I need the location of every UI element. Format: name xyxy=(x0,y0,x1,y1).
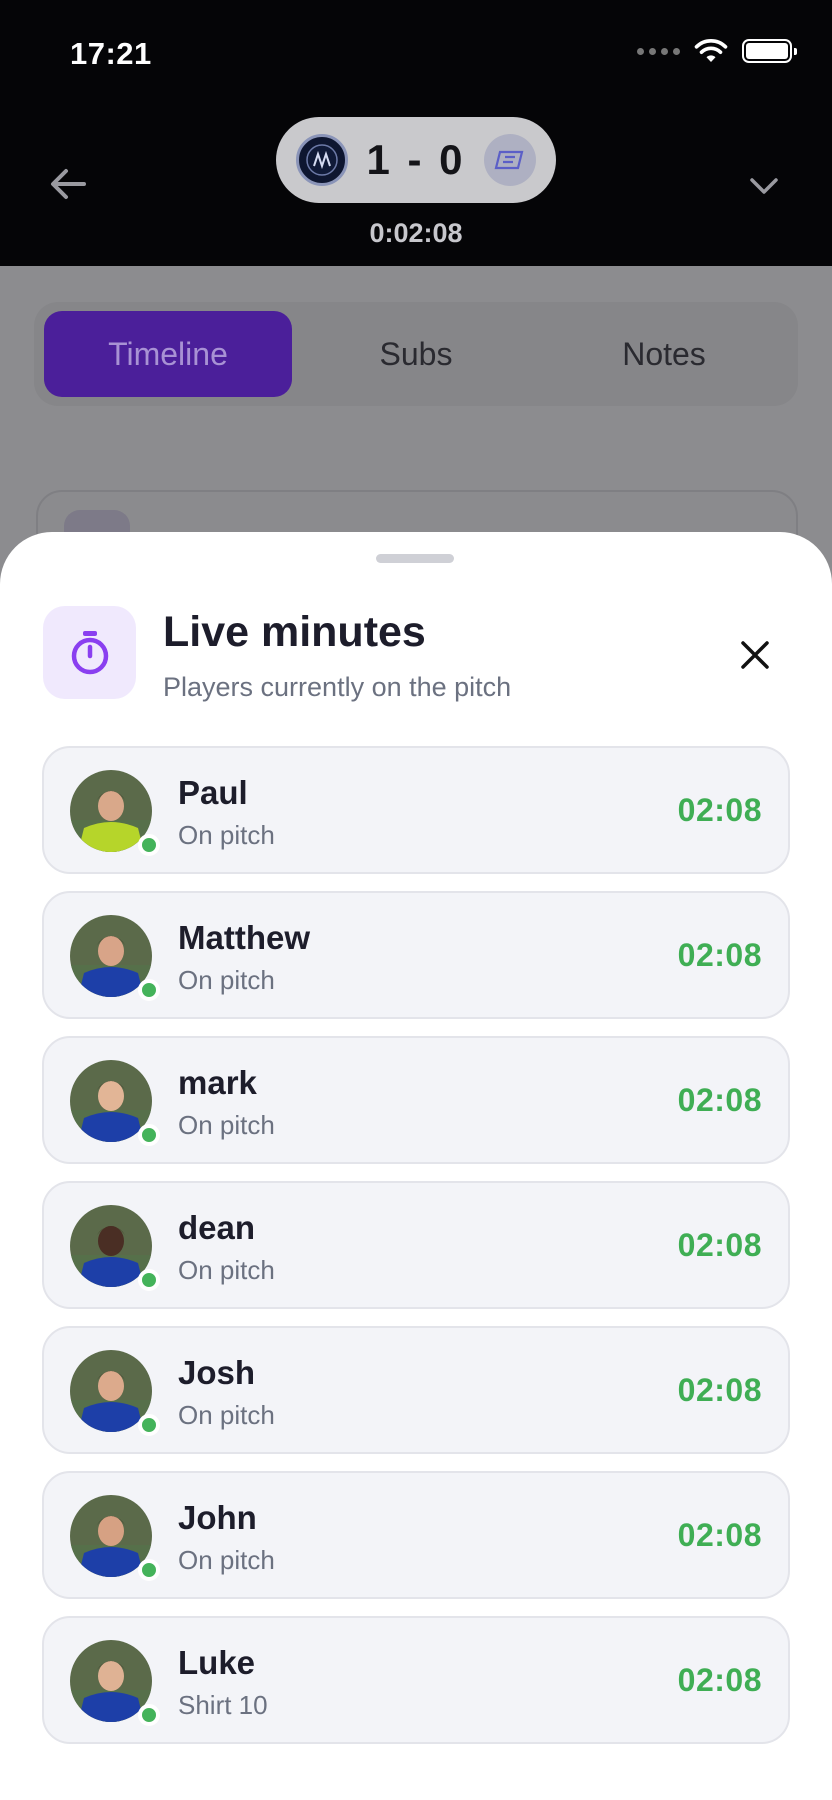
player-list: Paul On pitch 02:08 Matthew On pitch 02:… xyxy=(42,746,790,1758)
live-minutes-sheet: Live minutes Players currently on the pi… xyxy=(0,532,832,1800)
player-status: On pitch xyxy=(178,820,275,850)
player-status: On pitch xyxy=(178,1545,275,1575)
player-status: Shirt 10 xyxy=(178,1690,268,1720)
player-name: dean xyxy=(178,1209,256,1246)
score-separator: - xyxy=(407,136,425,183)
sheet-grabber[interactable] xyxy=(376,554,454,563)
arrow-left-icon xyxy=(51,169,86,199)
player-name: mark xyxy=(178,1064,257,1101)
match-clock: 0:02:08 xyxy=(369,218,463,248)
tab-notes[interactable]: Notes xyxy=(540,311,788,397)
player-status: On pitch xyxy=(178,965,275,995)
away-team-crest xyxy=(484,134,536,186)
player-row[interactable]: Josh On pitch 02:08 xyxy=(42,1326,790,1454)
online-indicator xyxy=(138,834,160,856)
signal-icon xyxy=(637,47,680,55)
player-minutes: 02:08 xyxy=(677,1372,762,1408)
online-indicator xyxy=(138,1704,160,1726)
player-name: John xyxy=(178,1499,257,1536)
player-name: Matthew xyxy=(178,919,310,956)
tab-bar: Timeline Subs Notes xyxy=(34,302,798,406)
score-pill[interactable]: 1 - 0 xyxy=(276,117,556,203)
player-minutes: 02:08 xyxy=(677,937,762,973)
player-row[interactable]: Paul On pitch 02:08 xyxy=(42,746,790,874)
online-indicator xyxy=(138,1124,160,1146)
back-button[interactable] xyxy=(44,160,92,208)
home-team-crest xyxy=(296,134,348,186)
expand-button[interactable] xyxy=(740,162,788,210)
status-icons xyxy=(637,38,797,64)
player-status: On pitch xyxy=(178,1400,275,1430)
player-row[interactable]: mark On pitch 02:08 xyxy=(42,1036,790,1164)
player-status: On pitch xyxy=(178,1255,275,1285)
sheet-subtitle: Players currently on the pitch xyxy=(163,672,512,702)
score: 1 - 0 xyxy=(348,136,484,184)
player-row[interactable]: Matthew On pitch 02:08 xyxy=(42,891,790,1019)
chevron-down-icon xyxy=(750,178,778,194)
wifi-icon xyxy=(694,39,728,62)
close-button[interactable] xyxy=(728,628,782,682)
player-name: Luke xyxy=(178,1644,256,1681)
home-score: 1 xyxy=(366,136,393,183)
online-indicator xyxy=(138,1269,160,1291)
stopwatch-icon-tile xyxy=(43,606,136,699)
tab-timeline[interactable]: Timeline xyxy=(44,311,292,397)
home-crest-icon xyxy=(306,144,338,176)
sheet-title: Live minutes xyxy=(163,608,426,656)
online-indicator xyxy=(138,1559,160,1581)
player-minutes: 02:08 xyxy=(677,1082,762,1118)
away-crest-icon xyxy=(494,150,524,170)
player-minutes: 02:08 xyxy=(677,1227,762,1263)
player-status: On pitch xyxy=(178,1110,275,1140)
stopwatch-icon xyxy=(71,630,108,674)
away-score: 0 xyxy=(439,136,466,183)
player-row[interactable]: dean On pitch 02:08 xyxy=(42,1181,790,1309)
player-name: Paul xyxy=(178,774,248,811)
status-time: 17:21 xyxy=(70,36,152,71)
player-minutes: 02:08 xyxy=(677,1662,762,1698)
battery-icon xyxy=(742,39,797,63)
player-row[interactable]: Luke Shirt 10 02:08 xyxy=(42,1616,790,1744)
close-icon xyxy=(741,641,769,669)
online-indicator xyxy=(138,1414,160,1436)
player-minutes: 02:08 xyxy=(677,1517,762,1553)
player-row[interactable]: John On pitch 02:08 xyxy=(42,1471,790,1599)
player-name: Josh xyxy=(178,1354,256,1391)
online-indicator xyxy=(138,979,160,1001)
player-minutes: 02:08 xyxy=(677,792,762,828)
match-header: 17:21 1 - 0 0:02:08 xyxy=(0,0,832,266)
tab-subs[interactable]: Subs xyxy=(292,311,540,397)
